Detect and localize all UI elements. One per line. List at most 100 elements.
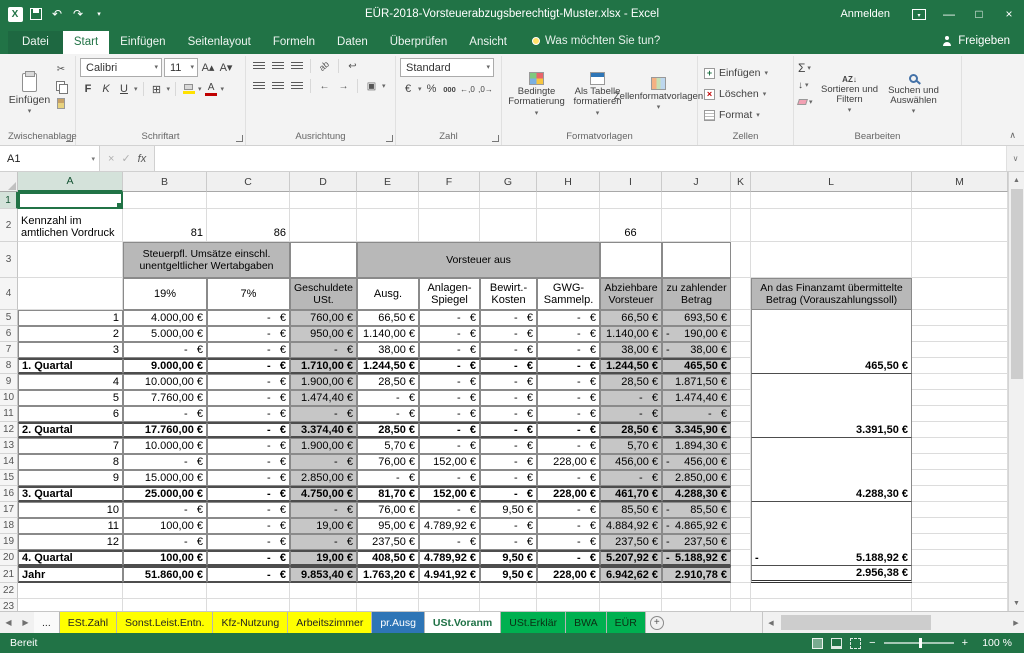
cell-J7[interactable]: -38,00 € — [662, 342, 731, 358]
cell-J21[interactable]: 2.910,78 € — [662, 566, 731, 583]
scroll-up-icon[interactable]: ▲ — [1009, 172, 1024, 188]
row-header-3[interactable]: 3 — [0, 242, 18, 278]
cell-B19[interactable]: - € — [123, 534, 207, 550]
cell-J3[interactable] — [662, 242, 731, 278]
new-sheet-button[interactable]: + — [646, 612, 668, 633]
row-header-6[interactable]: 6 — [0, 326, 18, 342]
cell-E17[interactable]: 76,00 € — [357, 502, 419, 518]
cell-B16[interactable]: 25.000,00 € — [123, 486, 207, 502]
cell-C10[interactable]: - € — [207, 390, 290, 406]
cell-G2[interactable] — [480, 209, 537, 242]
cell-M20[interactable] — [912, 550, 1008, 566]
cell-A6[interactable]: 2 — [18, 326, 123, 342]
cell-I5[interactable]: 66,50 € — [600, 310, 662, 326]
zoom-in-icon[interactable]: + — [962, 637, 968, 649]
row-header-2[interactable]: 2 — [0, 209, 18, 242]
cell-B6[interactable]: 5.000,00 € — [123, 326, 207, 342]
chevron-down-icon[interactable]: ▾ — [167, 86, 171, 93]
cell-L23[interactable] — [751, 599, 912, 611]
column-header-M[interactable]: M — [912, 172, 1008, 192]
decrease-decimal-icon[interactable]: ,0→ — [478, 81, 494, 97]
column-header-H[interactable]: H — [537, 172, 600, 192]
cell-D3[interactable] — [290, 242, 357, 278]
cell-M7[interactable] — [912, 342, 1008, 358]
dialog-launcher-icon[interactable] — [66, 135, 73, 142]
cell-H14[interactable]: 228,00 € — [537, 454, 600, 470]
cell-H21[interactable]: 228,00 € — [537, 566, 600, 583]
cell-G18[interactable]: - € — [480, 518, 537, 534]
borders-icon[interactable]: ⊞ — [149, 81, 165, 97]
column-header-G[interactable]: G — [480, 172, 537, 192]
cell-B5[interactable]: 4.000,00 € — [123, 310, 207, 326]
row-header-15[interactable]: 15 — [0, 470, 18, 486]
cell-L20[interactable]: -5.188,92 € — [751, 550, 912, 566]
cell-H7[interactable]: - € — [537, 342, 600, 358]
cell-K18[interactable] — [731, 518, 751, 534]
cell-M11[interactable] — [912, 406, 1008, 422]
cell-B1[interactable] — [123, 192, 207, 209]
cell-B7[interactable]: - € — [123, 342, 207, 358]
cell-D23[interactable] — [290, 599, 357, 611]
cell-F5[interactable]: - € — [419, 310, 480, 326]
horizontal-scrollbar[interactable]: ◀ ▶ — [762, 612, 1024, 633]
sheet-tab-Kfz-Nutzung[interactable]: Kfz-Nutzung — [213, 612, 288, 633]
cell-J17[interactable]: -85,50 € — [662, 502, 731, 518]
number-format-combo[interactable]: Standard ▾ — [400, 58, 494, 77]
cell-C4[interactable]: 7% — [207, 278, 290, 310]
cell-G13[interactable]: - € — [480, 438, 537, 454]
insert-cells-button[interactable]: Einfügen ▾ — [702, 64, 770, 83]
zoom-slider-thumb[interactable] — [919, 638, 922, 648]
tell-me-box[interactable]: Was möchten Sie tun? — [532, 35, 660, 54]
cell-B14[interactable]: - € — [123, 454, 207, 470]
cell-E13[interactable]: 5,70 € — [357, 438, 419, 454]
scroll-left-icon[interactable]: ◀ — [763, 619, 779, 627]
cell-H8[interactable]: - € — [537, 358, 600, 374]
cell-J1[interactable] — [662, 192, 731, 209]
align-left-icon[interactable] — [250, 78, 267, 94]
cell-A20[interactable]: 4. Quartal — [18, 550, 123, 566]
cell-J12[interactable]: 3.345,90 € — [662, 422, 731, 438]
cell-K16[interactable] — [731, 486, 751, 502]
cell-L15[interactable] — [751, 470, 912, 486]
cell-F9[interactable]: - € — [419, 374, 480, 390]
cell-A9[interactable]: 4 — [18, 374, 123, 390]
cell-M2[interactable] — [912, 209, 1008, 242]
cell-G9[interactable]: - € — [480, 374, 537, 390]
shrink-font-icon[interactable]: A▾ — [218, 60, 234, 76]
cell-M17[interactable] — [912, 502, 1008, 518]
cell-D13[interactable]: 1.900,00 € — [290, 438, 357, 454]
cell-C9[interactable]: - € — [207, 374, 290, 390]
row-header-17[interactable]: 17 — [0, 502, 18, 518]
cell-E9[interactable]: 28,50 € — [357, 374, 419, 390]
cell-E23[interactable] — [357, 599, 419, 611]
cell-E5[interactable]: 66,50 € — [357, 310, 419, 326]
font-size-combo[interactable]: 11 ▾ — [164, 58, 198, 77]
cell-H4[interactable]: GWG-Sammelp. — [537, 278, 600, 310]
cell-F20[interactable]: 4.789,92 € — [419, 550, 480, 566]
cell-L3[interactable] — [751, 242, 912, 278]
cell-L4[interactable]: An das Finanzamt übermittelte Betrag (Vo… — [751, 278, 912, 310]
cell-F12[interactable]: - € — [419, 422, 480, 438]
column-header-E[interactable]: E — [357, 172, 419, 192]
font-name-combo[interactable]: Calibri ▾ — [80, 58, 162, 77]
cell-A19[interactable]: 12 — [18, 534, 123, 550]
cell-J23[interactable] — [662, 599, 731, 611]
column-header-J[interactable]: J — [662, 172, 731, 192]
cell-G16[interactable]: - € — [480, 486, 537, 502]
cell-H6[interactable]: - € — [537, 326, 600, 342]
vertical-scrollbar[interactable]: ▲ ▼ — [1008, 172, 1024, 611]
find-select-button[interactable]: Suchen und Auswählen ▾ — [882, 58, 946, 130]
cell-F8[interactable]: - € — [419, 358, 480, 374]
ribbon-display-options-icon[interactable]: ▾ — [912, 9, 926, 20]
cell-B18[interactable]: 100,00 € — [123, 518, 207, 534]
cell-C5[interactable]: - € — [207, 310, 290, 326]
cell-I7[interactable]: 38,00 € — [600, 342, 662, 358]
cell-A1[interactable] — [18, 192, 123, 209]
cell-A11[interactable]: 6 — [18, 406, 123, 422]
cell-G7[interactable]: - € — [480, 342, 537, 358]
cell-K3[interactable] — [731, 242, 751, 278]
cell-B17[interactable]: - € — [123, 502, 207, 518]
grow-font-icon[interactable]: A▴ — [200, 60, 216, 76]
row-header-23[interactable]: 23 — [0, 599, 18, 611]
cell-H2[interactable] — [537, 209, 600, 242]
